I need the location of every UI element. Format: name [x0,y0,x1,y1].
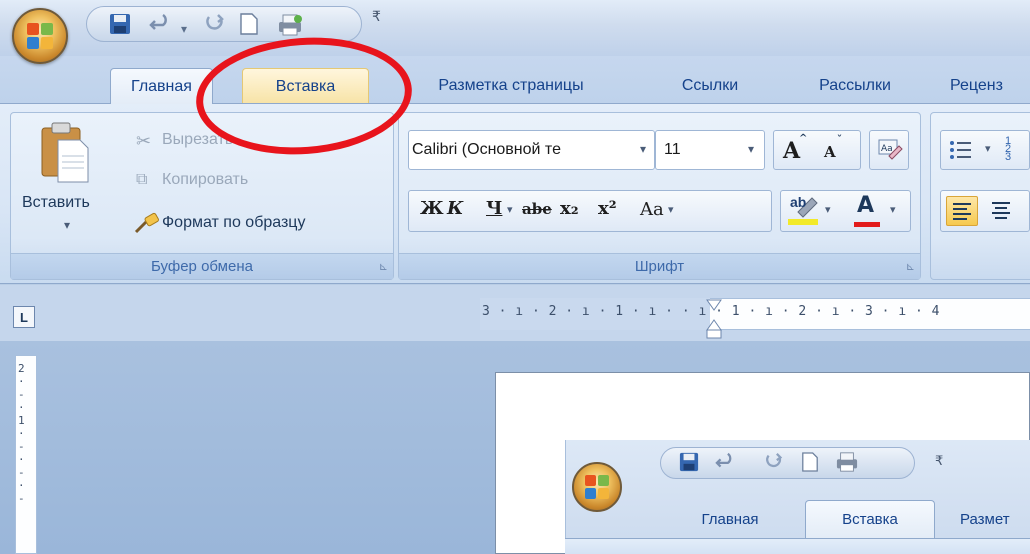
italic-button[interactable]: К [447,198,463,219]
underline-dropdown-icon[interactable]: ▾ [507,203,513,216]
bullets-icon[interactable] [949,139,973,166]
embedded-ribbon [565,538,1030,554]
embedded-quick-access-toolbar [660,447,915,479]
customize-qat-icon[interactable]: ₹ [372,8,381,25]
paste-icon[interactable] [40,122,90,184]
clipboard-group-label: Буфер обмена [11,253,393,279]
scissors-icon: ✂ [136,131,152,151]
embedded-tab-home: Главная [701,510,759,528]
vertical-ruler-marks: 2 · - · 1 · - · - · - [18,362,25,505]
list-buttons: ▾ 123 [940,130,1030,170]
save-icon [679,452,699,478]
undo-dropdown-icon[interactable]: ▾ [181,17,187,41]
svg-text:Aa: Aa [881,144,893,154]
dialog-launcher-icon[interactable]: ⊾ [906,260,915,273]
undo-icon[interactable] [149,13,173,41]
format-painter-icon [134,212,160,239]
shrink-arrow-icon: ˇ [837,135,842,146]
numbering-icon[interactable]: 123 [1005,136,1011,163]
format-painter-button[interactable]: Формат по образцу [162,214,305,232]
dialog-launcher-icon[interactable]: ⊾ [379,260,388,273]
new-doc-icon [801,452,819,478]
font-color-dropdown-icon[interactable]: ▾ [890,203,896,216]
paste-dropdown-icon[interactable]: ▾ [64,218,70,232]
superscript-button[interactable]: x² [598,198,617,219]
shrink-font-button[interactable]: A [824,143,836,161]
office-button[interactable] [12,8,68,64]
embedded-office-button [572,462,622,512]
office-logo-icon [585,475,609,499]
clear-formatting-icon: Aa [877,138,903,169]
print-icon [835,451,859,479]
copy-icon: ⧉ [136,171,148,188]
font-size-combo[interactable]: 11 ▾ [655,130,765,170]
subscript-button[interactable]: x₂ [560,198,579,219]
redo-icon [765,452,785,478]
chevron-down-icon[interactable]: ▾ [748,142,754,156]
grow-arrow-icon: ^ [799,133,808,144]
tab-mailings[interactable]: Рассылки [790,68,920,104]
paste-button-label[interactable]: Вставить [22,194,90,212]
office-logo-icon [27,23,53,49]
indent-marker-icon[interactable] [705,298,723,340]
chevron-down-icon[interactable]: ▾ [640,142,646,156]
alignment-buttons [940,190,1030,232]
font-name-value: Calibri (Основной те [412,141,561,158]
grow-font-button[interactable]: A [783,138,800,164]
embedded-tab-insert: Вставка [805,500,935,538]
embedded-customize-qat-icon: ₹ [935,453,944,468]
underline-button[interactable]: Ч [486,198,502,219]
font-color-swatch [854,222,880,227]
change-case-button[interactable]: Aa [640,199,664,220]
bullets-dropdown-icon[interactable]: ▾ [985,142,991,155]
font-name-combo[interactable]: Calibri (Основной те ▾ [408,130,655,170]
tab-references[interactable]: Ссылки [660,68,760,104]
highlight-button[interactable]: ab [790,194,806,210]
font-size-value: 11 [664,141,681,158]
align-left-button[interactable] [946,196,978,226]
save-icon[interactable] [109,13,131,41]
tab-selector-button[interactable]: L [13,306,35,328]
font-color-button[interactable]: A [857,193,874,218]
strikethrough-button[interactable]: abe [522,200,552,218]
undo-icon [715,452,737,478]
copy-button[interactable]: Копировать [162,171,248,189]
new-doc-icon[interactable] [239,13,259,41]
font-group-label: Шрифт [399,253,920,279]
embedded-tab-page-layout: Размет [960,510,1010,528]
highlight-dropdown-icon[interactable]: ▾ [825,203,831,216]
quick-access-toolbar: ▾ [86,6,362,42]
tab-review[interactable]: Реценз [950,68,1030,104]
tab-page-layout[interactable]: Разметка страницы [395,68,627,104]
grow-shrink-font-buttons: A ^ A ˇ [773,130,861,170]
bold-button[interactable]: Ж [420,198,444,219]
align-center-button[interactable] [986,196,1016,229]
redo-icon[interactable] [205,13,227,41]
clear-formatting-button[interactable]: Aa [869,130,909,170]
change-case-dropdown-icon[interactable]: ▾ [668,203,674,216]
